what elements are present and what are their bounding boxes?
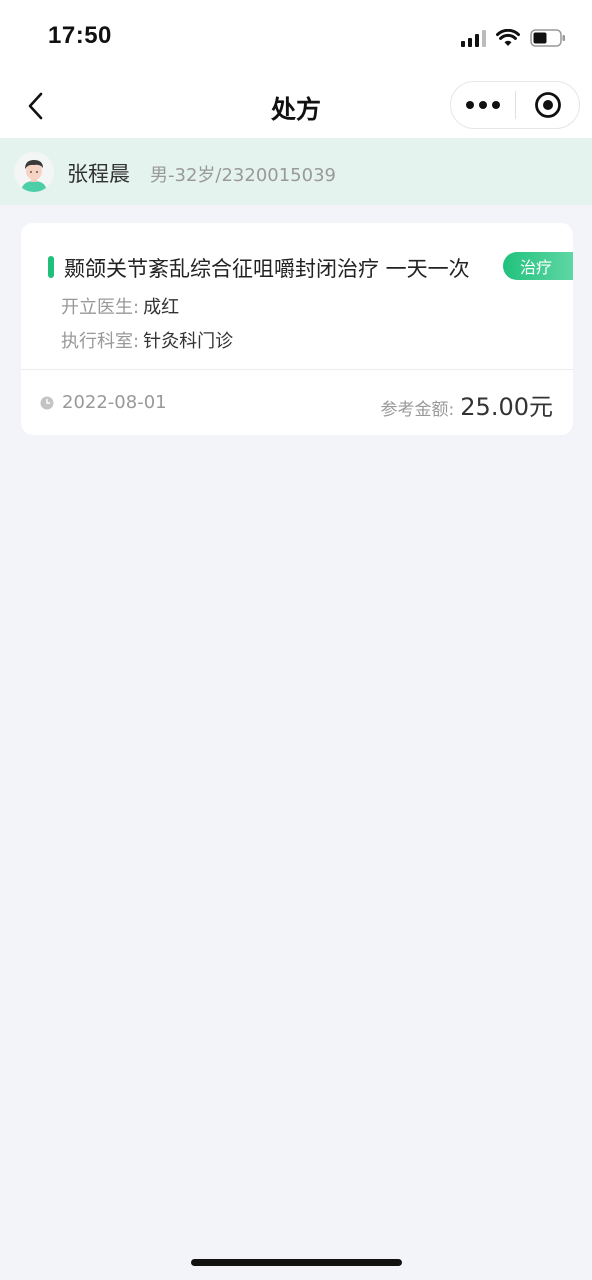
status-time: 17:50 (48, 22, 112, 49)
patient-name: 张程晨 (67, 162, 130, 186)
patient-info: 男-32岁/2320015039 (150, 165, 336, 186)
department-label: 执行科室: (61, 331, 140, 352)
card-divider (21, 369, 573, 370)
mini-program-capsule (450, 81, 580, 129)
prescription-title: 颞颌关节紊乱综合征咀嚼封闭治疗 一天一次 (64, 257, 470, 281)
amount-row: 参考金额: 25.00元 (381, 387, 553, 422)
prescription-card[interactable]: 颞颌关节紊乱综合征咀嚼封闭治疗 一天一次 治疗 开立医生: 成红 执行科室: 针灸科… (21, 223, 573, 435)
patient-bar[interactable]: 张程晨 男-32岁/2320015039 (0, 138, 592, 205)
home-indicator (191, 1259, 402, 1266)
doctor-row: 开立医生: 成红 (61, 293, 179, 319)
department-value: 针灸科门诊 (143, 331, 234, 352)
date-row: 2022-08-01 (40, 392, 167, 413)
more-button[interactable] (451, 82, 515, 128)
title-accent-bar (48, 256, 54, 278)
wifi-icon (496, 29, 520, 46)
avatar (14, 152, 54, 192)
status-icons (461, 26, 566, 50)
department-row: 执行科室: 针灸科门诊 (61, 327, 233, 353)
close-mini-program-button[interactable] (516, 82, 579, 128)
prescription-date: 2022-08-01 (62, 392, 167, 413)
battery-icon (530, 29, 565, 47)
avatar-icon (14, 152, 54, 192)
doctor-label: 开立医生: (61, 297, 140, 318)
prescription-title-row: 颞颌关节紊乱综合征咀嚼封闭治疗 一天一次 (21, 251, 573, 283)
clock-icon (40, 396, 54, 409)
amount-value: 25.00元 (460, 393, 553, 421)
more-dot (492, 101, 500, 109)
category-tag: 治疗 (503, 252, 573, 280)
doctor-value: 成红 (143, 297, 180, 318)
target-circle-icon (534, 92, 561, 118)
nav-bar: 处方 (0, 76, 592, 138)
cellular-signal-icon (461, 29, 486, 47)
amount-label: 参考金额: (380, 400, 455, 420)
more-dots-icon (466, 101, 474, 109)
status-bar: 17:50 (0, 0, 592, 76)
more-dot (479, 101, 487, 109)
